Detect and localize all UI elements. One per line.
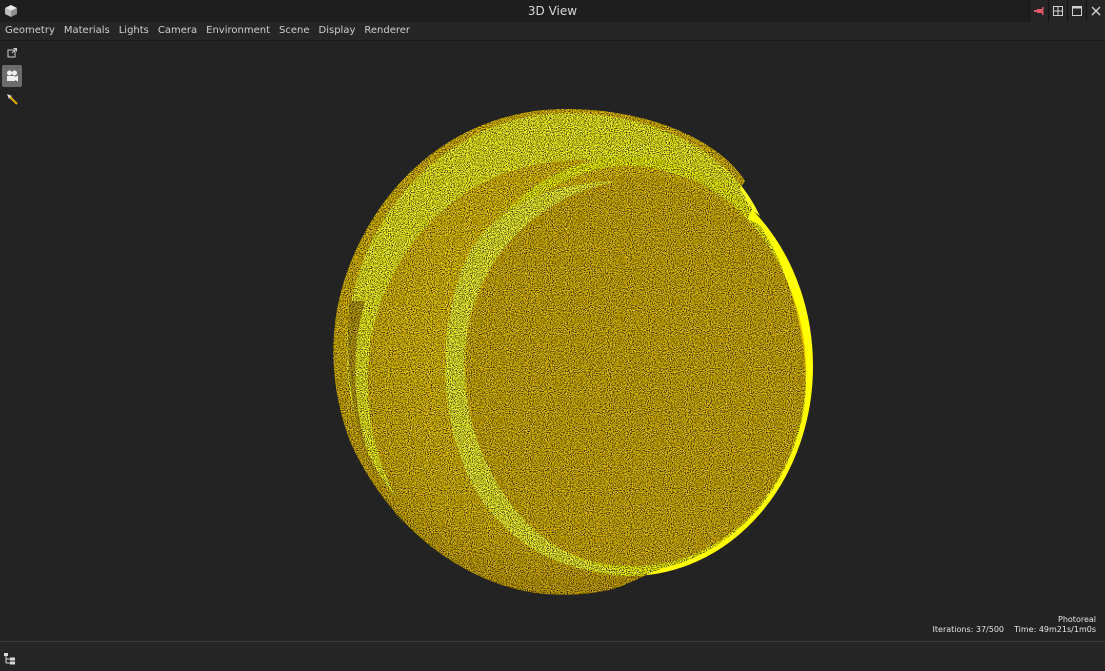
render-status: Photoreal Iterations: 37/500 Time: 49m21s… — [923, 615, 1096, 635]
render-progress: Iterations: 37/500 Time: 49m21s/1m0s — [923, 625, 1096, 635]
camera-tool[interactable] — [2, 65, 22, 87]
render-window: 3D View Geometry Materials Lights Camera… — [0, 0, 1105, 671]
picker-tool[interactable] — [2, 89, 22, 109]
render-viewport[interactable]: Photoreal Iterations: 37/500 Time: 49m21s… — [0, 41, 1105, 641]
layout-icon — [1053, 6, 1063, 16]
time-readout: Time: 49m21s/1m0s — [1014, 625, 1096, 634]
menu-lights[interactable]: Lights — [114, 22, 153, 40]
pin-button[interactable] — [1029, 0, 1048, 22]
menu-materials[interactable]: Materials — [59, 22, 114, 40]
maximize-button[interactable] — [1067, 0, 1086, 22]
window-controls — [1029, 0, 1105, 22]
menu-scene[interactable]: Scene — [274, 22, 314, 40]
bottom-bar — [0, 641, 1105, 671]
menu-environment[interactable]: Environment — [201, 22, 274, 40]
picker-icon — [7, 94, 18, 105]
menu-display[interactable]: Display — [314, 22, 360, 40]
menu-camera[interactable]: Camera — [153, 22, 201, 40]
close-button[interactable] — [1086, 0, 1105, 22]
iterations-readout: Iterations: 37/500 — [932, 625, 1005, 634]
menu-bar: Geometry Materials Lights Camera Environ… — [0, 22, 1105, 41]
viewport-toolbox — [2, 43, 22, 111]
scene-tree-button[interactable] — [3, 651, 17, 665]
title-bar: 3D View — [0, 0, 1105, 23]
close-icon — [1091, 6, 1101, 16]
scene-tree-icon — [4, 653, 15, 665]
menu-geometry[interactable]: Geometry — [0, 22, 59, 40]
render-mode: Photoreal — [1058, 615, 1096, 624]
camera-icon — [7, 70, 18, 82]
layout-button[interactable] — [1048, 0, 1067, 22]
window-title: 3D View — [527, 4, 578, 18]
export-icon — [7, 48, 17, 58]
export-tool[interactable] — [2, 43, 22, 63]
maximize-icon — [1072, 6, 1082, 16]
cube-icon — [3, 3, 19, 19]
menu-renderer[interactable]: Renderer — [359, 22, 414, 40]
pin-icon — [1034, 7, 1044, 15]
rendered-object — [333, 109, 813, 595]
